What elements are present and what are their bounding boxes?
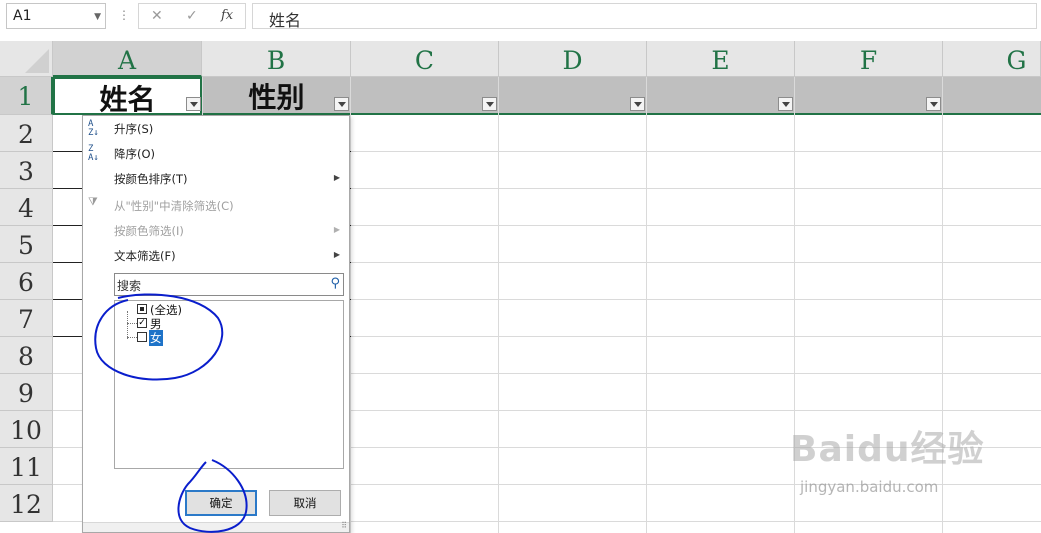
submenu-arrow-icon: ▶ bbox=[333, 173, 340, 182]
row-header-3[interactable]: 3 bbox=[0, 152, 53, 189]
cancel-button[interactable]: 取消 bbox=[269, 490, 341, 516]
watermark: Baidu经验 jingyan.baidu.com bbox=[790, 420, 985, 496]
formula-buttons: ✕ ✓ fx bbox=[138, 3, 246, 29]
more-dots-icon: ⋮ bbox=[118, 8, 130, 22]
menu-item-sort-by-color[interactable]: 按颜色排序(T) bbox=[114, 171, 188, 187]
menu-item-sort-desc[interactable]: 降序(O) bbox=[114, 146, 155, 162]
checkbox-female[interactable] bbox=[137, 332, 147, 342]
column-header-f[interactable]: F bbox=[795, 41, 943, 77]
row-header-4[interactable]: 4 bbox=[0, 189, 53, 226]
filter-dropdown-button-f[interactable] bbox=[926, 97, 941, 111]
resize-grip-icon[interactable]: ⠿ bbox=[341, 521, 347, 530]
row-header-5[interactable]: 5 bbox=[0, 226, 53, 263]
column-header-e[interactable]: E bbox=[647, 41, 795, 77]
enter-icon[interactable]: ✓ bbox=[186, 8, 198, 24]
filter-search-input[interactable]: 搜索 ⚲ bbox=[114, 273, 344, 296]
row-header-9[interactable]: 9 bbox=[0, 374, 53, 411]
column-header-g[interactable]: G bbox=[943, 41, 1041, 77]
search-icon[interactable]: ⚲ bbox=[330, 276, 340, 291]
select-all-checkbox[interactable] bbox=[137, 304, 147, 314]
submenu-arrow-icon: ▶ bbox=[333, 225, 340, 234]
row-header-2[interactable]: 2 bbox=[0, 115, 53, 152]
filter-value-list: (全选) ✓ 男 女 bbox=[114, 300, 344, 469]
sort-descending-icon: Z A↓ bbox=[88, 144, 99, 163]
filter-dropdown-button-c[interactable] bbox=[482, 97, 497, 111]
formula-input[interactable]: 姓名 bbox=[252, 3, 1037, 30]
cell-b1[interactable]: 性别 bbox=[202, 77, 351, 114]
checkbox-male[interactable]: ✓ bbox=[137, 318, 147, 328]
filter-dropdown-button-b[interactable] bbox=[334, 97, 349, 111]
watermark-brand: Baidu经验 bbox=[790, 429, 985, 470]
formula-bar: A1 ▼ ⋮ ✕ ✓ fx 姓名 bbox=[0, 0, 1041, 42]
column-header-d[interactable]: D bbox=[499, 41, 647, 77]
select-all-corner[interactable] bbox=[0, 41, 53, 77]
row-header-8[interactable]: 8 bbox=[0, 337, 53, 374]
menu-item-text-filter[interactable]: 文本筛选(F) bbox=[114, 248, 176, 264]
row-header-6[interactable]: 6 bbox=[0, 263, 53, 300]
row-header-11[interactable]: 11 bbox=[0, 448, 53, 485]
ok-button[interactable]: 确定 bbox=[185, 490, 257, 516]
chevron-down-icon[interactable]: ▼ bbox=[94, 12, 101, 22]
name-box-value: A1 bbox=[13, 8, 32, 24]
column-header-a[interactable]: A bbox=[53, 41, 202, 77]
fx-icon[interactable]: fx bbox=[221, 8, 233, 23]
formula-content: 姓名 bbox=[269, 11, 302, 30]
row-header-1[interactable]: 1 bbox=[0, 77, 53, 115]
filter-dropdown-button-e[interactable] bbox=[778, 97, 793, 111]
row-header-10[interactable]: 10 bbox=[0, 411, 53, 448]
filter-dropdown-button-d[interactable] bbox=[630, 97, 645, 111]
resize-bar[interactable] bbox=[83, 522, 349, 532]
menu-item-clear-filter[interactable]: 从"性别"中清除筛选(C) bbox=[114, 198, 234, 214]
list-item-female[interactable]: 女 bbox=[149, 330, 163, 346]
submenu-arrow-icon: ▶ bbox=[333, 250, 340, 259]
menu-item-filter-by-color[interactable]: 按颜色筛选(I) bbox=[114, 223, 184, 239]
column-header-b[interactable]: B bbox=[202, 41, 351, 77]
name-box[interactable]: A1 ▼ bbox=[6, 3, 106, 29]
clear-filter-icon: ⧩ bbox=[88, 195, 98, 208]
filter-dropdown-button-a[interactable] bbox=[186, 97, 201, 111]
row-header-12[interactable]: 12 bbox=[0, 485, 53, 522]
cancel-icon[interactable]: ✕ bbox=[151, 8, 163, 24]
cell-a1[interactable]: 姓名 bbox=[53, 77, 202, 116]
column-header-c[interactable]: C bbox=[351, 41, 499, 77]
search-placeholder: 搜索 bbox=[117, 279, 142, 293]
row-header-7[interactable]: 7 bbox=[0, 300, 53, 337]
sort-ascending-icon: A Z↓ bbox=[88, 119, 99, 138]
autofilter-menu: A Z↓ 升序(S) Z A↓ 降序(O) 按颜色排序(T) ▶ ⧩ 从"性别"中清… bbox=[82, 115, 350, 533]
watermark-url: jingyan.baidu.com bbox=[800, 478, 939, 496]
menu-item-sort-asc[interactable]: 升序(S) bbox=[114, 121, 153, 137]
